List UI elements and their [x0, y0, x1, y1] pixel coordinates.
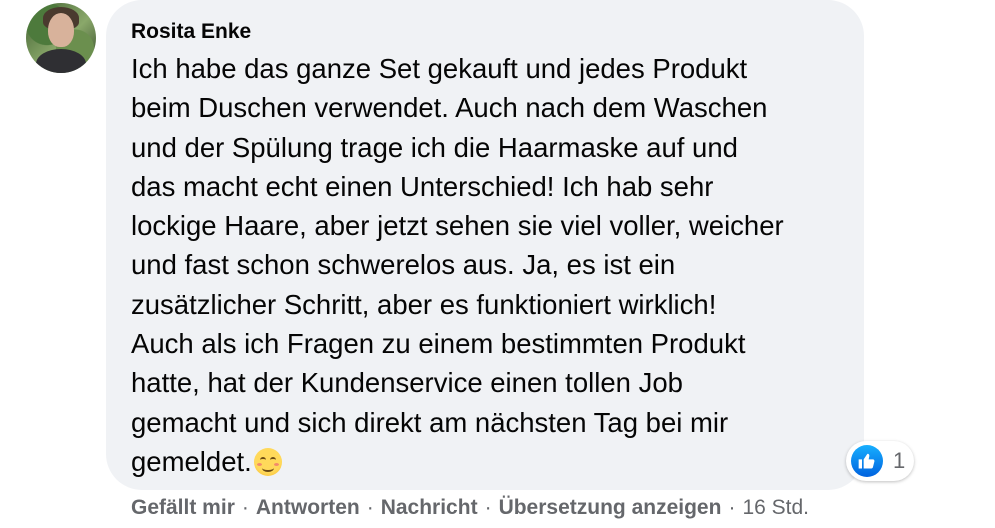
separator: ·: [241, 496, 249, 519]
comment-text-line: und fast schon schwerelos aus. Ja, es is…: [131, 249, 676, 281]
comment-text-line: hatte, hat der Kundenservice einen tolle…: [131, 367, 683, 399]
comment-text: Ich habe das ganze Set gekauft und jedes…: [131, 49, 851, 481]
comment-author[interactable]: Rosita Enke: [131, 20, 251, 44]
comment-text-last-line: gemeldet.: [131, 442, 851, 481]
show-translation-button[interactable]: Übersetzung anzeigen: [499, 496, 722, 520]
separator: ·: [484, 496, 492, 519]
reaction-summary[interactable]: 1: [846, 441, 914, 481]
comment-text-line: Ich habe das ganze Set gekauft und jedes…: [131, 53, 748, 84]
comment-text-line: Auch als ich Fragen zu einem bestimmten …: [131, 328, 746, 360]
smiling-face-emoji-icon: [253, 447, 282, 476]
comment-text-line: gemeldet.: [131, 445, 252, 477]
comment-text-line: gemacht und sich direkt am nächsten Tag …: [131, 406, 729, 438]
like-button[interactable]: Gefällt mir: [131, 496, 235, 520]
message-button[interactable]: Nachricht: [381, 496, 478, 520]
separator: ·: [728, 496, 736, 519]
reaction-count: 1: [893, 448, 906, 473]
comment-text-line: zusätzlicher Schritt, aber es funktionie…: [131, 288, 717, 320]
comment-text-line: und der Spülung trage ich die Haarmaske …: [131, 131, 738, 163]
comment-text-line: beim Duschen verwendet. Auch nach dem Wa…: [131, 92, 768, 124]
comment-text-line: das macht echt einen Unterschied! Ich ha…: [131, 170, 714, 202]
thumbs-up-icon: [858, 453, 875, 469]
avatar[interactable]: [26, 3, 96, 73]
avatar-body: [36, 49, 86, 73]
comment-timestamp[interactable]: 16 Std.: [742, 496, 809, 520]
separator: ·: [366, 496, 374, 519]
like-icon: [851, 445, 883, 477]
reply-button[interactable]: Antworten: [256, 496, 360, 520]
comment-actions: Gefällt mir · Antworten · Nachricht · Üb…: [131, 496, 809, 520]
comment-text-line: lockige Haare, aber jetzt sehen sie viel…: [131, 210, 784, 242]
avatar-face: [48, 13, 74, 47]
